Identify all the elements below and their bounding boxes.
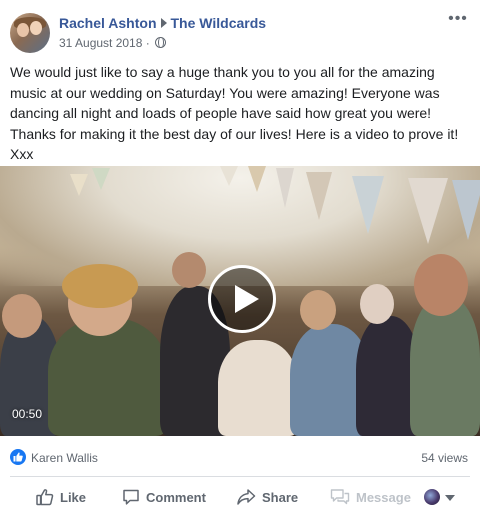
post-meta: 31 August 2018 · xyxy=(59,36,167,50)
author-name-link[interactable]: Rachel Ashton xyxy=(59,15,157,31)
post-author-line: Rachel Ashton The Wildcards xyxy=(59,15,266,31)
bunting-flag xyxy=(306,172,332,220)
globe-icon[interactable] xyxy=(155,37,167,48)
bunting-flag xyxy=(220,166,238,186)
thumbs-up-icon xyxy=(36,489,54,506)
comment-label: Comment xyxy=(146,490,206,505)
video-duration: 00:50 xyxy=(12,407,43,421)
facebook-post: Rachel Ashton The Wildcards 31 August 201… xyxy=(0,0,480,520)
crowd-head xyxy=(360,284,394,324)
reactor-name-link[interactable]: Karen Wallis xyxy=(31,451,98,465)
divider xyxy=(10,476,470,477)
like-reaction-icon[interactable] xyxy=(10,449,26,465)
action-bar: Like Comment Share Message xyxy=(10,482,470,514)
crowd-figure xyxy=(48,318,168,436)
like-button[interactable]: Like xyxy=(36,482,86,514)
bunting-flag xyxy=(248,166,266,192)
video-player[interactable]: 00:50 xyxy=(0,166,480,436)
post-date-link[interactable]: 31 August 2018 xyxy=(59,36,142,50)
profile-avatar xyxy=(424,489,440,505)
share-button[interactable]: Share xyxy=(236,482,298,514)
crowd-head xyxy=(2,294,42,338)
post-header: Rachel Ashton The Wildcards 31 August 201… xyxy=(10,11,470,54)
author-avatar[interactable] xyxy=(10,13,50,53)
profile-selector[interactable] xyxy=(424,489,458,507)
message-button[interactable]: Message xyxy=(330,482,411,514)
meta-separator: · xyxy=(145,36,150,50)
avatar-face xyxy=(30,21,42,35)
crowd-figure xyxy=(410,296,480,436)
crowd-head xyxy=(414,254,468,316)
avatar-face xyxy=(17,23,29,37)
comment-icon xyxy=(123,489,139,505)
bunting-flag xyxy=(276,168,294,208)
comment-button[interactable]: Comment xyxy=(122,482,206,514)
bunting-flag xyxy=(408,178,448,244)
reactions-bar: Karen Wallis 54 views xyxy=(10,448,470,468)
crowd-hair xyxy=(62,264,138,308)
bunting-flag xyxy=(70,174,88,196)
views-count[interactable]: 54 views xyxy=(421,451,468,465)
crowd-head xyxy=(300,290,336,330)
play-icon[interactable] xyxy=(208,265,276,333)
post-message: We would just like to say a huge thank y… xyxy=(10,64,459,162)
crowd-figure xyxy=(218,340,298,436)
target-page-link[interactable]: The Wildcards xyxy=(171,15,267,31)
bunting-flag xyxy=(92,168,110,190)
message-label: Message xyxy=(356,490,411,505)
caret-down-icon xyxy=(445,495,455,501)
like-label: Like xyxy=(60,490,87,505)
crowd-head xyxy=(172,252,206,288)
bunting-flag xyxy=(452,180,480,240)
share-label: Share xyxy=(262,490,299,505)
thumbs-up-icon xyxy=(13,452,23,462)
message-icon xyxy=(330,489,350,505)
arrow-right-icon xyxy=(160,18,167,28)
more-options-icon[interactable]: ••• xyxy=(446,11,470,30)
share-icon xyxy=(237,489,256,505)
bunting-flag xyxy=(352,176,384,234)
